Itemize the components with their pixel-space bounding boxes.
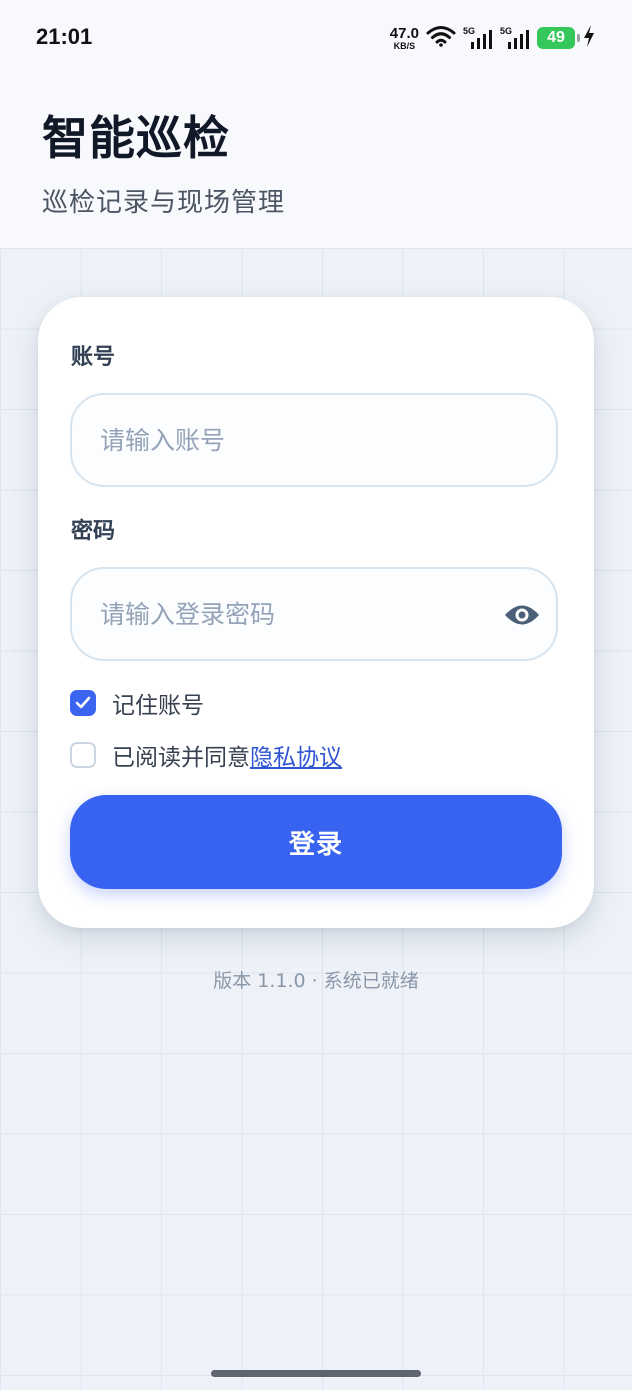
signal-bars-icon [471,30,492,49]
agree-privacy-checkbox[interactable] [70,742,96,768]
page-header: 智能巡检 巡检记录与现场管理 [0,76,632,248]
login-button[interactable]: 登录 [70,795,562,889]
signal-bars-icon [508,30,529,49]
account-input[interactable] [100,395,480,485]
cellular-signal-1: 5G [463,26,493,50]
agree-text: 已阅读并同意 [112,745,250,771]
password-visibility-toggle[interactable] [502,597,542,633]
app-title: 智能巡检 [42,111,230,165]
cellular-signal-2: 5G [500,26,530,50]
status-icons: 47.0 KB/S 5G 5G 49 [390,22,596,54]
password-label: 密码 [71,519,116,544]
status-bar: 21:01 47.0 KB/S 5G 5G 49 [0,0,632,76]
charging-icon [582,24,596,52]
login-card: 账号 密码 记住账号 已阅读并同意隐私协议 登录 [38,297,594,928]
network-speed: 47.0 KB/S [390,26,419,51]
network-speed-value: 47.0 [389,24,419,42]
checkmark-icon [75,696,91,709]
agree-privacy-label: 已阅读并同意隐私协议 [112,738,342,772]
account-label: 账号 [71,345,116,370]
remember-account-row[interactable]: 记住账号 [70,688,204,719]
remember-account-checkbox[interactable] [70,690,96,716]
account-field[interactable] [70,393,558,487]
app-subtitle: 巡检记录与现场管理 [42,188,286,218]
version-info: 版本 1.1.0 · 系统已就绪 [213,970,419,992]
remember-account-label: 记住账号 [112,693,204,719]
status-time: 21:01 [36,24,93,49]
wifi-icon [426,25,456,51]
network-speed-unit: KB/S [393,40,416,51]
home-indicator[interactable] [211,1370,421,1377]
battery-indicator: 49 [537,27,580,49]
privacy-policy-link[interactable]: 隐私协议 [250,745,342,771]
password-input[interactable] [100,569,480,659]
password-field[interactable] [70,567,558,661]
eye-icon [505,605,539,625]
agree-privacy-row[interactable]: 已阅读并同意隐私协议 [70,738,342,772]
